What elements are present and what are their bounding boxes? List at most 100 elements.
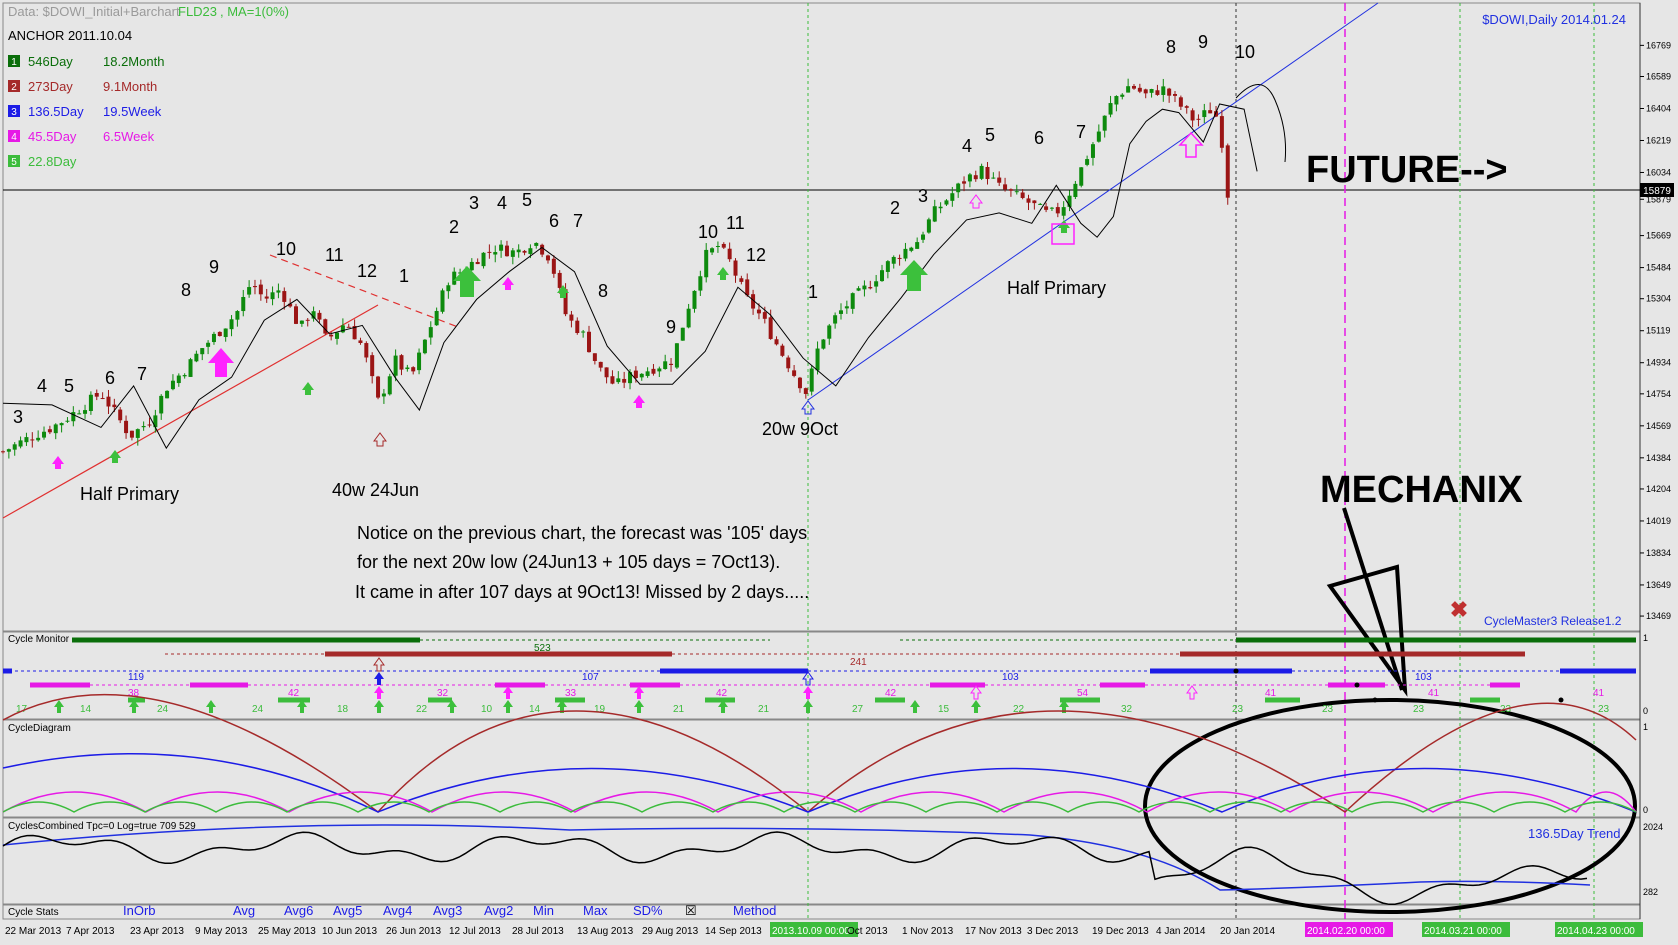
count-label: 9 [666, 317, 676, 337]
time-tick-label: 19 Dec 2013 [1092, 926, 1149, 937]
candle-body [229, 319, 234, 330]
candle-body [1126, 86, 1131, 93]
price-tick-label: 16034 [1646, 167, 1671, 177]
candle-body [1085, 159, 1090, 165]
anchor-label: ANCHOR 2011.10.04 [8, 28, 132, 43]
data-line: Data: $DOWI_Initial+Barchart [8, 4, 180, 19]
candle-body [534, 242, 539, 246]
legend-row-5: 5 22.8Day [8, 154, 77, 169]
count-label: 2 [449, 217, 459, 237]
future-label: FUTURE--> [1306, 149, 1508, 191]
candle-body [797, 377, 802, 389]
candle-body [774, 339, 779, 345]
candle-body [1026, 198, 1031, 203]
candle-body [897, 257, 902, 259]
candle-body [622, 378, 627, 383]
price-tick-label: 15119 [1646, 326, 1670, 336]
candle-body [217, 331, 222, 337]
stats-min[interactable]: Min [533, 903, 554, 918]
candle-body [335, 332, 340, 339]
candle-body [241, 297, 246, 312]
candle-body [428, 327, 433, 338]
time-tick-label: 22 Mar 2013 [5, 926, 62, 937]
candle-body [639, 373, 644, 378]
count-label: 5 [985, 125, 995, 145]
candle-body [991, 177, 996, 179]
stats-sd[interactable]: SD% [633, 903, 663, 918]
legend-day-1: 546Day [28, 54, 73, 69]
candle-body [252, 286, 257, 288]
candle-body [645, 371, 650, 376]
candle-body [1120, 94, 1125, 97]
cycle-diagram-title: CycleDiagram [8, 723, 71, 734]
stats-avg3[interactable]: Avg3 [433, 903, 462, 918]
candle-body [944, 200, 949, 205]
candle-body [422, 339, 427, 354]
time-tick-label: 2014.04.23 00:00 [1557, 926, 1635, 937]
candle-body [516, 249, 521, 253]
cycle-monitor-title: Cycle Monitor [8, 634, 70, 645]
count-label: 4 [497, 193, 507, 213]
combined-trend-label: 136.5Day Trend [1528, 826, 1621, 841]
candle-body [24, 437, 29, 443]
candle-body [821, 339, 826, 349]
release-label: CycleMaster3 Release1.2 [1484, 614, 1622, 628]
count-label: 9 [1198, 32, 1208, 52]
count-label: 3 [13, 407, 23, 427]
stats-avg5[interactable]: Avg5 [333, 903, 362, 918]
chart-svg[interactable]: Data: $DOWI_Initial+Barchart FLD23 , MA=… [0, 0, 1678, 940]
candle-body [1108, 103, 1113, 115]
legend-day-5: 22.8Day [28, 154, 77, 169]
svg-text:1: 1 [1643, 722, 1648, 732]
candle-body [569, 314, 574, 321]
stats-avg4[interactable]: Avg4 [383, 903, 412, 918]
candle-body [481, 252, 486, 267]
candle-body [469, 261, 474, 271]
candle-body [182, 375, 187, 377]
candle-body [1003, 184, 1008, 190]
count-label: 12 [357, 261, 377, 281]
stats-checkbox-icon[interactable]: ☒ [685, 903, 697, 918]
candle-body [756, 309, 761, 314]
cycles-combined-panel[interactable] [2, 817, 1641, 905]
candle-body [1055, 207, 1060, 214]
candle-body [997, 177, 1002, 183]
time-tick-label: 25 May 2013 [258, 926, 316, 937]
candle-body [399, 355, 404, 370]
main-price-panel[interactable] [2, 2, 1641, 632]
price-tick-label: 14754 [1646, 389, 1671, 399]
candle-body [739, 278, 744, 282]
time-tick-label: 9 May 2013 [195, 926, 248, 937]
legend-num-4: 4 [11, 132, 17, 143]
stats-method[interactable]: Method [733, 903, 776, 918]
count-label: 10 [276, 239, 296, 259]
candle-body [1155, 90, 1160, 95]
candle-body [528, 248, 533, 254]
candle-body [194, 353, 199, 362]
candle-body [299, 320, 304, 324]
candle-body [663, 361, 668, 369]
low-40w-label: 40w 24Jun [332, 480, 419, 500]
candle-body [1149, 89, 1154, 93]
time-tick-label: 26 Jun 2013 [386, 926, 441, 937]
legend-period-1: 18.2Month [103, 54, 164, 69]
candle-body [885, 261, 890, 272]
candle-body [669, 363, 674, 365]
candle-body [405, 367, 410, 370]
close-x-icon[interactable]: ✖ [1450, 597, 1468, 622]
candle-body [1038, 203, 1043, 205]
count-label: 7 [1076, 122, 1086, 142]
candle-body [557, 272, 562, 288]
stats-inorb[interactable]: InOrb [123, 903, 156, 918]
candle-body [891, 256, 896, 264]
stats-avg[interactable]: Avg [233, 903, 255, 918]
candle-body [118, 409, 123, 421]
candle-body [6, 449, 11, 452]
stats-avg6[interactable]: Avg6 [284, 903, 313, 918]
cycles-combined-title: CyclesCombined Tpc=0 Log=true 709 529 [8, 821, 196, 832]
stats-avg2[interactable]: Avg2 [484, 903, 513, 918]
stats-max[interactable]: Max [583, 903, 608, 918]
candle-body [786, 357, 791, 369]
price-tick-label: 14934 [1646, 358, 1671, 368]
candle-body [803, 388, 808, 394]
